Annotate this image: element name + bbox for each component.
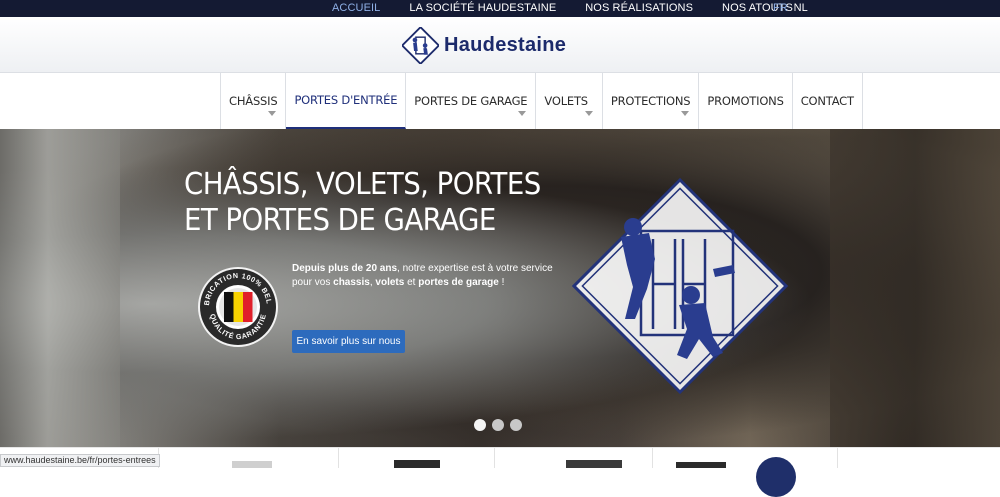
chevron-down-icon [584,111,593,116]
lang-nl[interactable]: NL [794,1,808,15]
divider [652,448,653,468]
chevron-down-icon [681,111,690,116]
menu-volets-label: VOLETS [544,94,588,108]
hero-background-left [0,129,120,447]
slider-dot-1[interactable] [474,419,486,431]
topnav-realisations[interactable]: NOS RÉALISATIONS [575,0,693,17]
menu-portes-entree-label: PORTES D'ENTRÉE [294,93,398,107]
menu-volets[interactable]: VOLETS [536,73,603,129]
about-us-button[interactable]: En savoir plus sur nous [292,330,405,353]
menu-contact-label: CONTACT [800,94,854,108]
menu-protections-label: PROTECTIONS [610,94,691,108]
hero-text-segment: ! [498,277,505,288]
menu-protections[interactable]: PROTECTIONS [603,73,700,129]
hero-background-right [830,129,1000,447]
chevron-down-icon [268,111,277,116]
main-navigation: CHÂSSIS PORTES D'ENTRÉE PORTES DE GARAGE… [0,73,1000,129]
menu-chassis-label: CHÂSSIS [229,94,278,108]
top-bar: ACCUEIL LA SOCIÉTÉ HAUDESTAINE NOS RÉALI… [0,0,1000,17]
language-switcher: FR NL [773,1,814,15]
menu-portes-garage-label: PORTES DE GARAGE [414,94,528,108]
hero-description: Depuis plus de 20 ans, notre expertise e… [292,262,557,290]
logo-emblem-icon [402,27,439,64]
category-thumbnail[interactable] [676,462,726,468]
topnav-accueil[interactable]: ACCUEIL [322,0,380,17]
status-bar-url: www.haudestaine.be/fr/portes-entrees [0,454,160,467]
chevron-down-icon [518,111,527,116]
slider-dot-3[interactable] [510,419,522,431]
hero-title-line1: CHÂSSIS, VOLETS, PORTES [184,167,541,202]
menu-portes-entree[interactable]: PORTES D'ENTRÉE [286,73,407,129]
haudestaine-emblem-icon [571,177,789,395]
logo[interactable]: Haudestaine [402,27,566,64]
menu-promotions[interactable]: PROMOTIONS [699,73,793,129]
fabrication-belge-badge: FABRICATION 100% BELGE QUALITÉ GARANTIE [197,266,278,347]
divider [494,448,495,468]
category-circle[interactable] [756,457,796,497]
divider [338,448,339,468]
hero-title-line2: ET PORTES DE GARAGE [184,203,496,238]
hero-slider: CHÂSSIS, VOLETS, PORTES ET PORTES DE GAR… [0,129,1000,447]
hero-text-highlight: Depuis plus de 20 ans [292,263,398,274]
topnav-societe[interactable]: LA SOCIÉTÉ HAUDESTAINE [399,0,556,17]
slider-dot-2[interactable] [492,419,504,431]
slider-dots [474,419,528,431]
lang-fr[interactable]: FR [773,1,788,15]
main-menu: CHÂSSIS PORTES D'ENTRÉE PORTES DE GARAGE… [220,73,863,129]
menu-portes-garage[interactable]: PORTES DE GARAGE [406,73,537,129]
menu-promotions-label: PROMOTIONS [707,94,784,108]
hero-title: CHÂSSIS, VOLETS, PORTES ET PORTES DE GAR… [184,167,570,239]
site-header: Haudestaine [0,17,1000,73]
hero-text-portes-garage: portes de garage [418,277,499,288]
top-navigation: ACCUEIL LA SOCIÉTÉ HAUDESTAINE NOS RÉALI… [322,0,812,17]
divider [837,448,838,468]
hero-text-segment: et [404,277,419,288]
menu-contact[interactable]: CONTACT [793,73,863,129]
hero-text-chassis: chassis [333,277,370,288]
hero-text-volets: volets [375,277,405,288]
menu-chassis[interactable]: CHÂSSIS [221,73,287,129]
logo-text: Haudestaine [444,34,567,56]
